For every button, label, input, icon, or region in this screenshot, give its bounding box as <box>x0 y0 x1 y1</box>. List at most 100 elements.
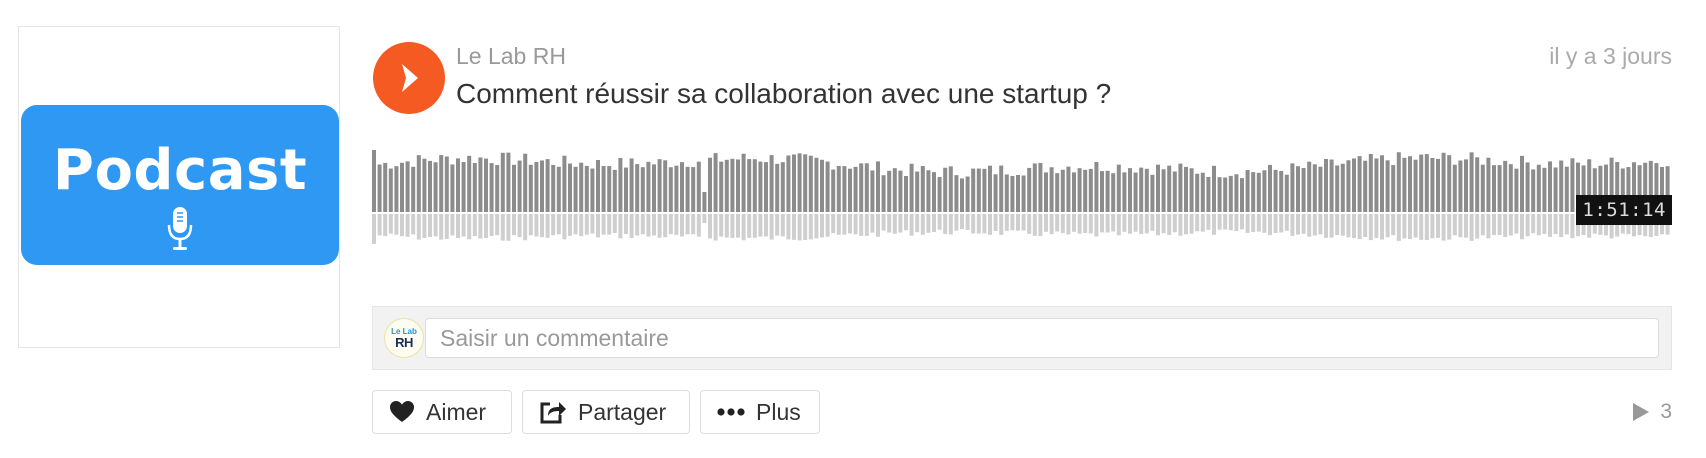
waveform-bar <box>814 157 819 212</box>
waveform-bar <box>495 165 500 212</box>
waveform-reflection-bar <box>1374 214 1379 239</box>
waveform-bar <box>1111 173 1116 212</box>
waveform-reflection-bar <box>551 214 556 236</box>
waveform-bar <box>988 165 992 212</box>
waveform-reflection-bar <box>388 214 393 234</box>
waveform-bar <box>1077 168 1082 212</box>
waveform-bar <box>853 166 858 212</box>
like-button[interactable]: Aimer <box>372 390 512 434</box>
waveform-reflection-bar <box>433 214 438 237</box>
waveform-reflection-bar <box>775 214 780 236</box>
waveform-reflection-bar <box>1559 214 1564 238</box>
track-duration: 1:51:14 <box>1576 195 1672 225</box>
waveform-reflection-bar <box>724 214 729 238</box>
waveform-bar <box>1055 173 1060 212</box>
waveform-bar <box>1363 160 1368 212</box>
waveform-reflection-bar <box>1413 214 1418 238</box>
waveform-reflection-bar <box>1520 214 1524 240</box>
waveform-reflection-bar <box>887 214 892 233</box>
waveform-bar <box>1133 172 1138 212</box>
track-title-link[interactable]: Comment réussir sa collaboration avec un… <box>456 77 1111 111</box>
waveform-bar <box>674 165 679 212</box>
waveform-bar <box>618 158 623 212</box>
waveform-bar <box>1038 162 1043 212</box>
waveform-reflection-bar <box>506 214 511 241</box>
waveform-bar <box>1184 166 1188 212</box>
waveform-bar <box>489 163 494 212</box>
waveform-bar <box>1273 169 1278 212</box>
waveform-reflection-bar <box>1021 214 1026 231</box>
comment-form: Le Lab RH <box>372 306 1672 370</box>
waveform-reflection-bar <box>1273 214 1278 233</box>
waveform-bar <box>1553 167 1558 212</box>
waveform-bar <box>1318 166 1323 212</box>
waveform-reflection-bar <box>792 214 796 240</box>
waveform-reflection-bar <box>1553 214 1558 235</box>
waveform-bar <box>1066 166 1071 212</box>
waveform-reflection-bar <box>1363 214 1368 238</box>
waveform-bar <box>752 159 757 212</box>
track-artwork[interactable]: Podcast <box>18 26 340 348</box>
waveform-bar <box>780 162 785 212</box>
comment-input[interactable] <box>425 318 1659 358</box>
waveform-bar <box>1195 173 1200 212</box>
waveform-reflection-bar <box>489 214 494 237</box>
more-label: Plus <box>756 398 801 425</box>
waveform-reflection-bar <box>948 214 953 235</box>
waveform-reflection-bar <box>1060 214 1065 234</box>
waveform-bar <box>1049 167 1054 212</box>
waveform-bar <box>1004 174 1009 212</box>
waveform-bar <box>668 167 673 212</box>
waveform-bar <box>825 161 830 212</box>
waveform-reflection-bar <box>495 214 500 236</box>
waveform-reflection-bar <box>1195 214 1200 232</box>
microphone-icon <box>167 207 193 250</box>
waveform-reflection-bar <box>1077 214 1082 234</box>
waveform-bar <box>1391 165 1396 212</box>
waveform-bar <box>808 155 813 212</box>
waveform-reflection-bar <box>954 214 959 231</box>
waveform-bar <box>708 157 712 212</box>
waveform-reflection-bar <box>1178 214 1183 236</box>
more-button[interactable]: Plus <box>700 390 820 434</box>
waveform-bar <box>1525 162 1530 212</box>
waveform-reflection-bar <box>1290 214 1295 236</box>
waveform-reflection-bar <box>982 214 987 234</box>
waveform-bar <box>954 175 959 212</box>
waveform-reflection-bar <box>1217 214 1222 230</box>
waveform-bar <box>741 153 746 212</box>
waveform-reflection-bar <box>1346 214 1351 238</box>
user-name-link[interactable]: Le Lab RH <box>456 42 566 70</box>
waveform-reflection-bar <box>831 214 836 234</box>
waveform-bar <box>1307 161 1312 212</box>
waveform-bar <box>1279 170 1284 212</box>
waveform-reflection-bar <box>472 214 477 237</box>
waveform-bar <box>1105 170 1110 212</box>
waveform-reflection-bar <box>1245 214 1250 233</box>
waveform[interactable] <box>372 138 1672 264</box>
waveform-reflection-bar <box>719 214 724 237</box>
waveform-reflection-bar <box>1503 214 1508 238</box>
waveform-bar <box>612 169 617 212</box>
waveform-reflection-bar <box>1284 214 1289 231</box>
waveform-reflection-bar <box>752 214 757 238</box>
waveform-bar <box>372 150 376 212</box>
waveform-reflection-bar <box>696 214 701 237</box>
waveform-bar <box>1189 168 1194 212</box>
share-button[interactable]: Partager <box>522 390 690 434</box>
waveform-bar <box>556 166 561 212</box>
waveform-reflection-bar <box>607 214 612 235</box>
waveform-reflection-bar <box>803 214 808 240</box>
waveform-reflection-bar <box>864 214 869 236</box>
waveform-reflection-bar <box>579 214 584 237</box>
waveform-bar <box>1122 172 1127 212</box>
waveform-reflection-bar <box>708 214 712 239</box>
waveform-reflection-bar <box>836 214 841 235</box>
play-button[interactable] <box>373 42 445 114</box>
waveform-bar <box>719 161 724 212</box>
waveform-bar <box>1256 172 1261 212</box>
waveform-bar <box>1536 164 1541 212</box>
waveform-bar <box>596 160 600 212</box>
waveform-reflection-bar <box>960 214 964 230</box>
waveform-reflection-bar <box>640 214 645 235</box>
